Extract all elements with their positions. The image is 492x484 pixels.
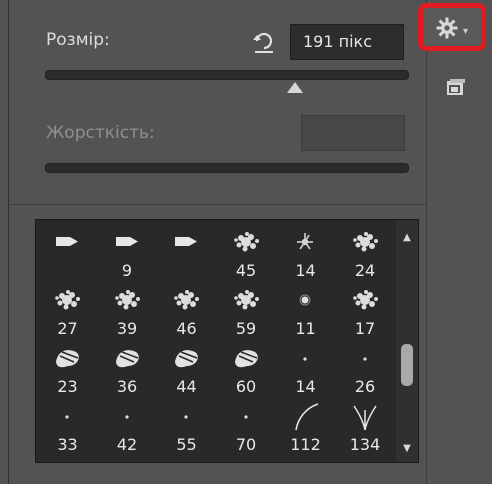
brush-size-label: 24 — [354, 261, 376, 280]
brush-preset-item[interactable]: 26 — [336, 338, 395, 398]
brush-tip-blot-icon — [217, 342, 276, 374]
size-label: Розмір: — [46, 30, 110, 50]
brush-tip-curve-icon — [276, 400, 335, 432]
brush-tip-splatter-icon — [38, 284, 97, 316]
brush-size-label: 33 — [57, 435, 78, 454]
brush-preset-item[interactable]: 27 — [38, 280, 97, 340]
brush-tip-dot-small-icon — [336, 342, 395, 374]
brush-size-label: 26 — [354, 377, 376, 396]
hardness-label: Жорсткість: — [46, 123, 155, 143]
brush-size-label: 27 — [57, 319, 78, 338]
reset-arrow-icon[interactable] — [251, 29, 277, 55]
brush-tip-star-icon — [276, 226, 335, 258]
brush-tip-splatter-icon — [217, 284, 276, 316]
brush-tip-dot-small-icon — [217, 400, 276, 432]
brush-preset-item[interactable]: 42 — [98, 396, 157, 456]
brush-preset-item[interactable]: 24 — [336, 222, 395, 282]
brush-tip-blot-icon — [38, 342, 97, 374]
brush-tip-splatter-icon — [336, 284, 395, 316]
brush-size-label: 14 — [295, 261, 316, 280]
brush-preset-item[interactable]: 59 — [217, 280, 276, 340]
brush-preset-item[interactable] — [157, 222, 216, 282]
brush-preset-item[interactable]: 23 — [38, 338, 97, 398]
brush-preset-item[interactable]: 39 — [98, 280, 157, 340]
scroll-down-arrow-icon[interactable]: ▼ — [396, 443, 418, 454]
brush-tip-splatter-icon — [336, 226, 395, 258]
brush-preset-item[interactable]: 60 — [217, 338, 276, 398]
brush-preset-item[interactable] — [38, 222, 97, 282]
brush-tip-dot-soft-icon — [276, 284, 335, 316]
brush-tip-dot-small-icon — [98, 400, 157, 432]
brush-preset-item[interactable]: 70 — [217, 396, 276, 456]
brush-preset-item[interactable]: 44 — [157, 338, 216, 398]
brush-settings-button[interactable]: ▾ — [418, 3, 486, 51]
brush-preset-item[interactable]: 11 — [276, 280, 335, 340]
brush-size-label: 112 — [290, 435, 321, 454]
chevron-down-icon: ▾ — [463, 26, 469, 37]
brush-tip-dot-small-icon — [38, 400, 97, 432]
scroll-up-arrow-icon[interactable]: ▲ — [396, 232, 418, 243]
brush-size-label: 42 — [116, 435, 138, 454]
brush-tip-blot-icon — [98, 342, 157, 374]
brush-preset-item[interactable]: 14 — [276, 222, 335, 282]
brush-tip-blot-icon — [157, 342, 216, 374]
brush-tip-splatter-icon — [98, 284, 157, 316]
brush-size-label: 17 — [354, 319, 376, 338]
brush-size-label: 46 — [176, 319, 197, 338]
brush-size-label: 70 — [235, 435, 257, 454]
brush-tip-bullet-icon — [98, 226, 157, 258]
size-slider-track[interactable] — [45, 70, 409, 80]
right-toolbar-strip — [426, 0, 492, 484]
scrollbar[interactable]: ▲ ▼ — [396, 220, 418, 462]
brush-size-label: 11 — [295, 319, 316, 338]
brush-size-label: 44 — [176, 377, 197, 396]
hardness-slider-track[interactable] — [45, 163, 409, 173]
brush-preset-item[interactable]: 17 — [336, 280, 395, 340]
brush-tip-bullet-icon — [157, 226, 216, 258]
brush-size-label: 9 — [121, 261, 133, 280]
brush-preset-item[interactable]: 9 — [98, 222, 157, 282]
gear-icon — [436, 17, 458, 39]
brush-preset-item[interactable]: 33 — [38, 396, 97, 456]
brush-size-label: 59 — [235, 319, 257, 338]
size-slider-thumb[interactable] — [286, 82, 303, 93]
brush-preset-item[interactable]: 45 — [217, 222, 276, 282]
brush-preset-item[interactable]: 55 — [157, 396, 216, 456]
brush-preset-item[interactable]: 36 — [98, 338, 157, 398]
brush-size-label: 14 — [295, 377, 316, 396]
brush-size-label: 39 — [116, 319, 138, 338]
brush-tip-dot-small-icon — [157, 400, 216, 432]
size-input[interactable]: 191 пікс — [290, 24, 404, 60]
brush-tip-splatter-icon — [157, 284, 216, 316]
brush-size-label: 36 — [116, 377, 138, 396]
panel-divider — [8, 204, 426, 205]
brush-size-label: 55 — [176, 435, 197, 454]
new-preset-icon[interactable] — [447, 79, 465, 95]
hardness-input[interactable] — [301, 115, 405, 151]
brush-tip-dot-small-icon — [276, 342, 335, 374]
brush-preset-item[interactable]: 14 — [276, 338, 335, 398]
brush-preset-grid: 9 45 14 24 27 39 46 59 11 17 23 36 44 60 14 26 33 42 55 70 1… — [35, 219, 419, 463]
brush-preset-item[interactable]: 46 — [157, 280, 216, 340]
brush-preset-item[interactable]: 112 — [276, 396, 335, 456]
scrollbar-thumb[interactable] — [401, 344, 413, 386]
brush-size-label: 23 — [57, 377, 78, 396]
brush-preset-list: 9 45 14 24 27 39 46 59 11 17 23 36 44 60 14 26 33 42 55 70 1… — [38, 220, 395, 462]
brush-preset-item[interactable]: 134 — [336, 396, 395, 456]
brush-size-label: 134 — [349, 435, 381, 454]
brush-size-label: 45 — [235, 261, 257, 280]
brush-size-label: 60 — [235, 377, 257, 396]
brush-tip-grass-icon — [336, 400, 395, 432]
brush-tip-bullet-icon — [38, 226, 97, 258]
brush-tip-splatter-icon — [217, 226, 276, 258]
